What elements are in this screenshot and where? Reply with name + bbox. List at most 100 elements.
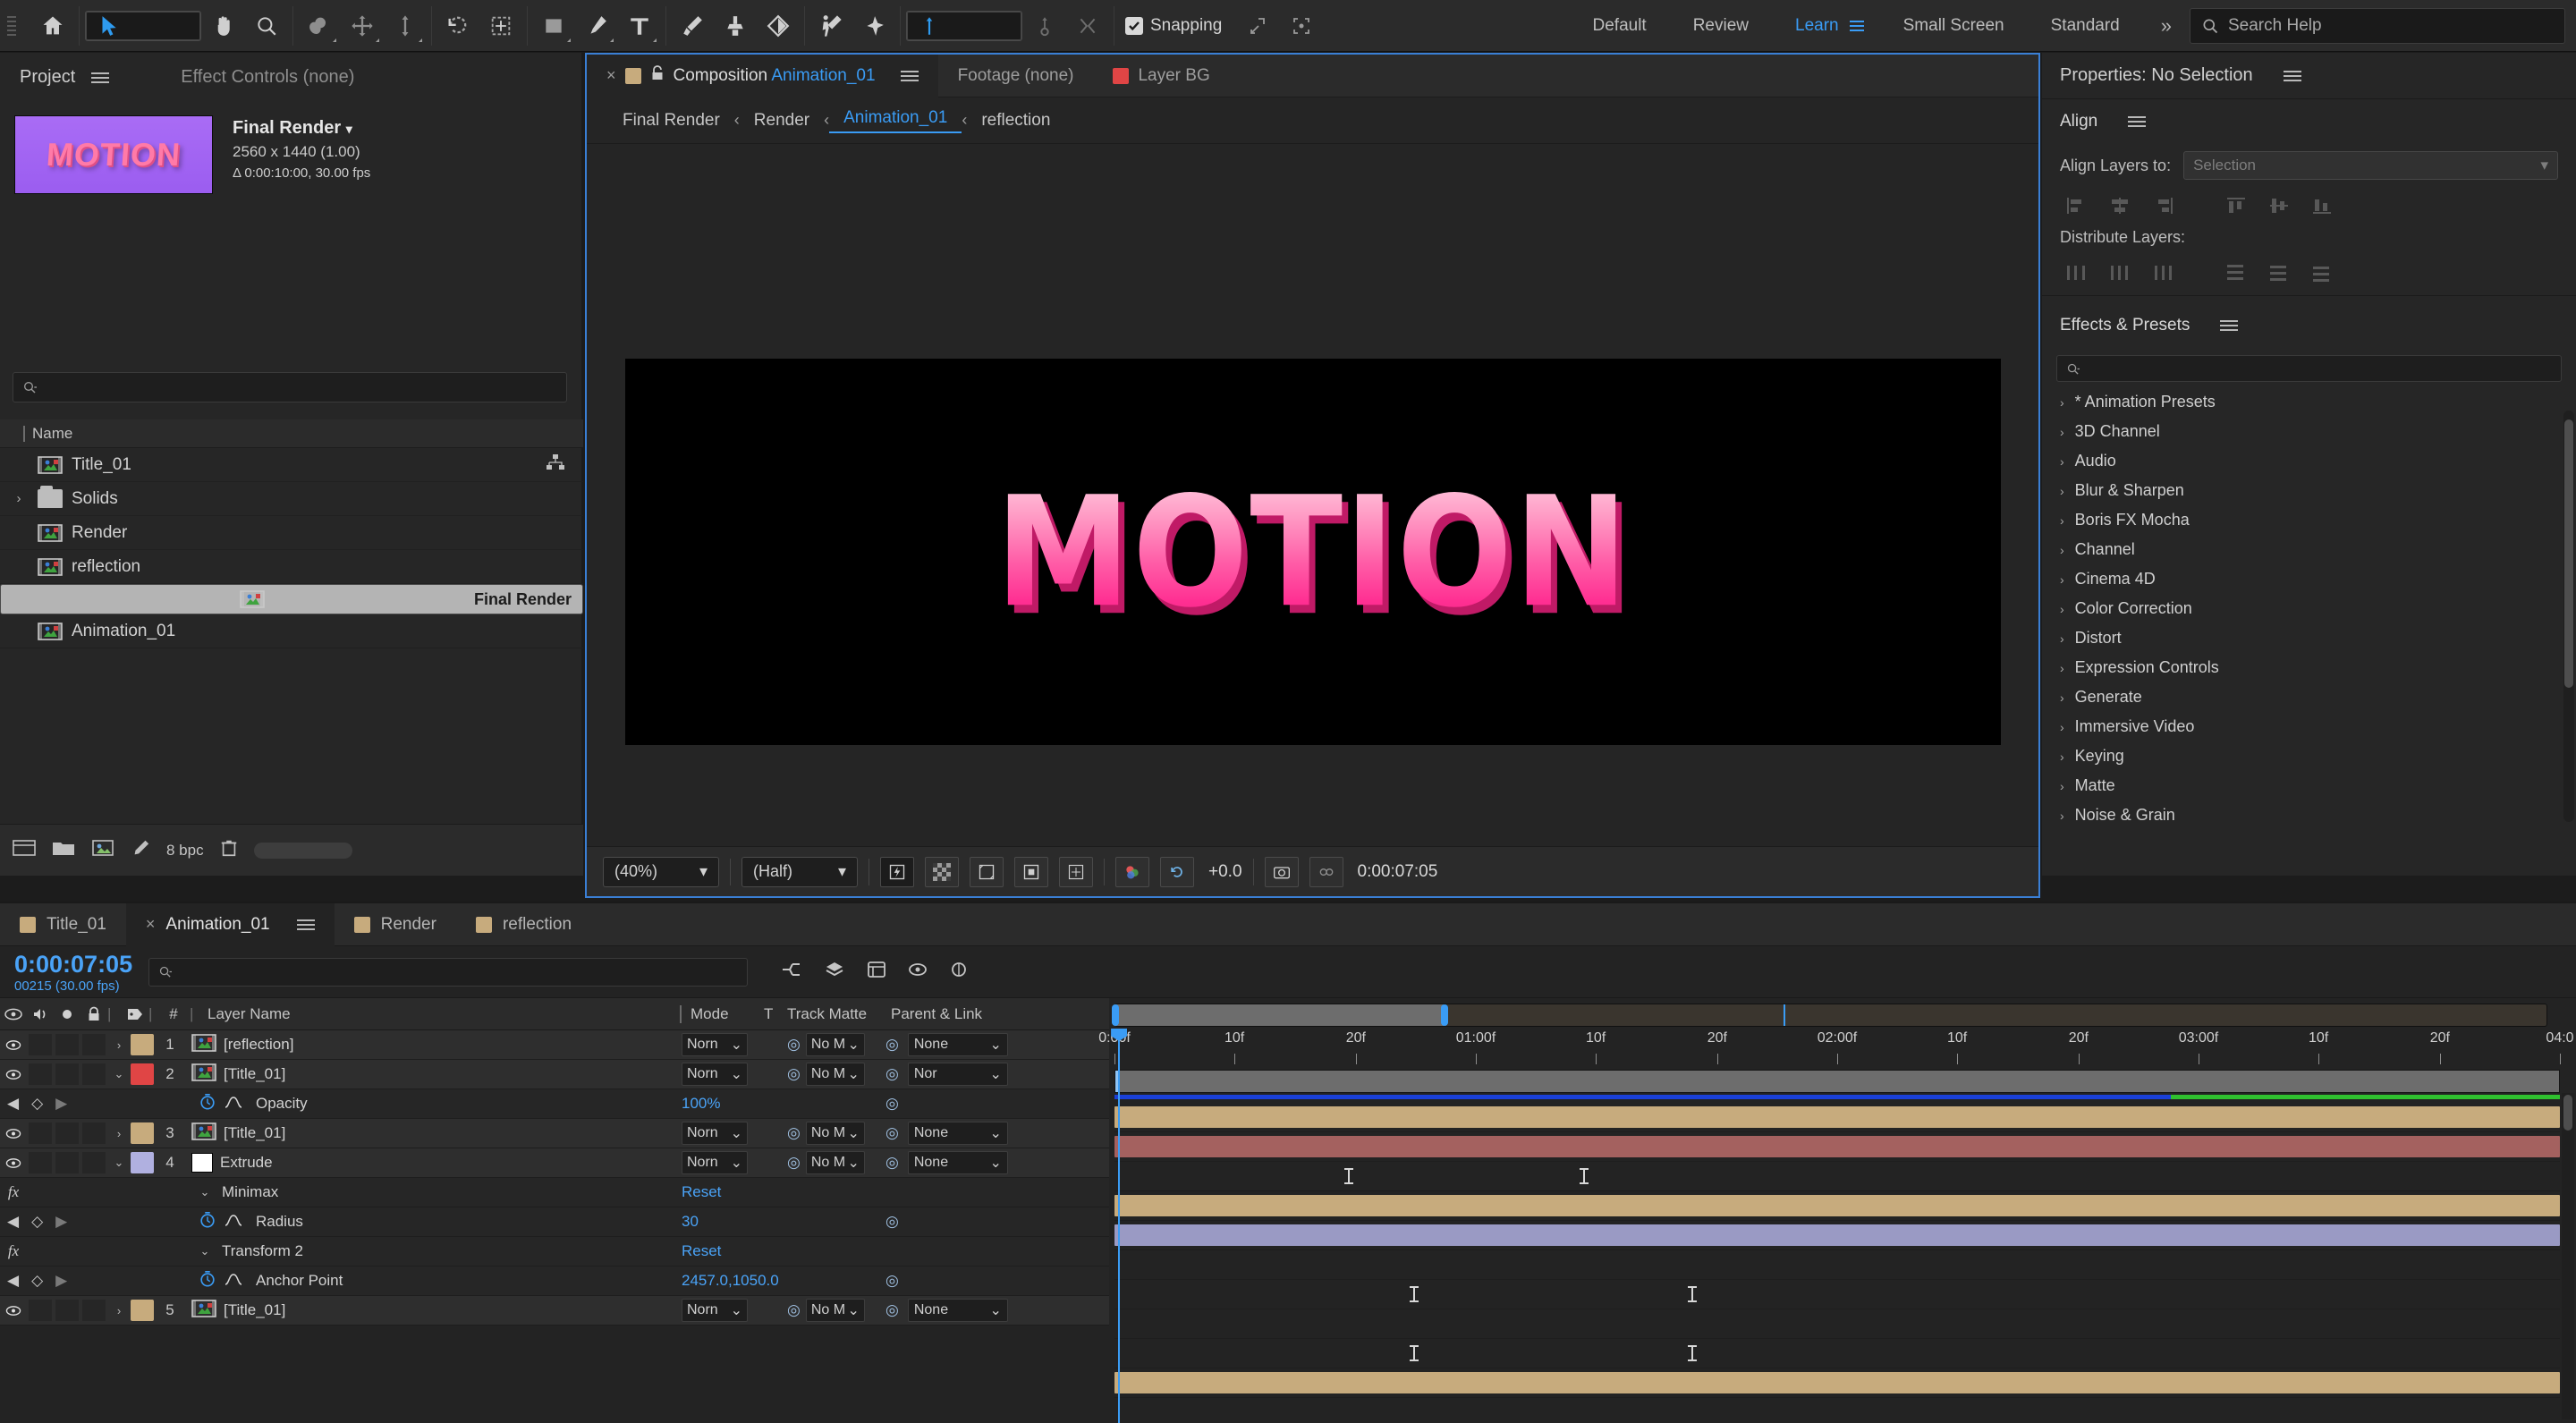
layer-name-cell[interactable]: [Title_01] <box>186 1063 682 1087</box>
tab-layer-bg[interactable]: Layer BG <box>1093 55 1229 97</box>
navigator-right-handle[interactable] <box>1441 1004 1448 1026</box>
mask-shape-icon[interactable] <box>1014 856 1048 887</box>
timeline-ruler[interactable]: 0:00f10f20f01:00f10f20f02:00f10f20f03:00… <box>1098 1030 2574 1068</box>
pan-tool[interactable] <box>342 6 383 46</box>
layer-visibility-toggle[interactable] <box>0 1128 27 1139</box>
project-list-item[interactable]: Final Render <box>0 584 583 614</box>
tab-effect-controls[interactable]: Effect Controls (none) <box>181 67 354 89</box>
property-name-cell[interactable]: Radius <box>193 1211 682 1233</box>
keyframe-marker[interactable] <box>1343 1168 1354 1184</box>
layer-lock-toggle[interactable] <box>82 1034 106 1055</box>
effects-category-row[interactable]: › Noise & Grain <box>2042 800 2576 830</box>
tab-composition-animation01[interactable]: × Composition Animation_01 <box>587 54 938 97</box>
timeline-property-row[interactable]: ◀ ◇ ▶ Anchor Point 2457.0,1050.0 ◎ <box>0 1266 1109 1296</box>
keyframe-diamond-icon[interactable]: ◇ <box>31 1272 43 1290</box>
distribute-vertical-center-icon[interactable] <box>2262 259 2296 286</box>
layer-visibility-toggle[interactable] <box>0 1157 27 1169</box>
layer-mode-dropdown[interactable]: Norn ⌄ <box>682 1299 748 1322</box>
navigator-view-range[interactable] <box>1115 1004 1445 1026</box>
disclosure-triangle-icon[interactable]: › <box>2060 454 2064 469</box>
composition-mini-flowchart-icon[interactable] <box>780 960 803 984</box>
draft-3d-icon[interactable] <box>823 960 846 984</box>
layer-audio-toggle[interactable] <box>29 1300 52 1321</box>
distribute-left-icon[interactable] <box>2060 259 2094 286</box>
breadcrumb-final-render[interactable]: Final Render <box>608 111 734 131</box>
snapshot-icon[interactable] <box>1264 856 1299 887</box>
exposure-icon[interactable] <box>1115 856 1149 887</box>
layer-label-color[interactable] <box>131 1300 154 1321</box>
workspace-standard[interactable]: Standard <box>2028 0 2143 52</box>
delete-icon[interactable] <box>220 838 238 862</box>
workspace-review[interactable]: Review <box>1670 0 1772 52</box>
rotation-tool[interactable] <box>437 6 479 46</box>
align-right-icon[interactable] <box>2146 192 2180 219</box>
layer-track-matte-cell[interactable]: ◎ No M ⌄ <box>787 1033 886 1056</box>
property-value[interactable]: 100% <box>682 1095 764 1113</box>
layer-label-color[interactable] <box>131 1122 154 1144</box>
layer-mode-cell[interactable]: Norn ⌄ <box>682 1299 764 1322</box>
distribute-top-icon[interactable] <box>2219 259 2253 286</box>
track-matte-icon[interactable]: ◎ <box>787 1154 801 1172</box>
layer-audio-toggle[interactable] <box>29 1152 52 1173</box>
distribute-bottom-icon[interactable] <box>2305 259 2339 286</box>
property-name-cell[interactable]: Opacity <box>193 1093 682 1115</box>
timeline-layer-row[interactable]: ⌄ 2 [Title_01] Norn ⌄ ◎ No M ⌄ ◎ Nor ⌄ <box>0 1060 1109 1089</box>
exposure-value[interactable]: +0.0 <box>1208 862 1242 882</box>
disclosure-triangle-icon[interactable]: › <box>2060 395 2064 410</box>
disclosure-triangle-icon[interactable]: › <box>2060 690 2064 705</box>
timeline-track-row[interactable] <box>1114 1250 2560 1280</box>
pick-whip-icon[interactable]: ◎ <box>886 1301 899 1319</box>
workspace-menu-icon[interactable] <box>1846 20 1880 31</box>
layer-audio-toggle[interactable] <box>29 1122 52 1144</box>
effect-twirl-icon[interactable]: ⌄ <box>193 1244 216 1258</box>
track-matte-icon[interactable]: ◎ <box>787 1065 801 1083</box>
timeline-property-row[interactable]: ◀ ◇ ▶ Opacity 100% ◎ <box>0 1089 1109 1119</box>
keyframe-navigator[interactable]: ◀ ◇ ▶ <box>0 1095 86 1113</box>
timeline-track-row[interactable] <box>1114 1309 2560 1339</box>
effects-category-row[interactable]: › Expression Controls <box>2042 653 2576 682</box>
pick-whip-icon[interactable]: ◎ <box>886 1272 899 1290</box>
keyframe-diamond-icon[interactable]: ◇ <box>31 1095 43 1113</box>
timeline-property-row[interactable]: ◀ ◇ ▶ Radius 30 ◎ <box>0 1207 1109 1237</box>
prev-keyframe-icon[interactable]: ◀ <box>7 1095 19 1113</box>
effects-category-row[interactable]: › Immersive Video <box>2042 712 2576 741</box>
layer-track-matte-cell[interactable]: ◎ No M ⌄ <box>787 1122 886 1145</box>
effects-category-row[interactable]: › Generate <box>2042 682 2576 712</box>
timeline-layer-row[interactable]: ⌄ 4 Extrude Norn ⌄ ◎ No M ⌄ ◎ None ⌄ <box>0 1148 1109 1178</box>
timeline-tab-title01[interactable]: Title_01 <box>0 903 126 946</box>
effects-category-row[interactable]: › Boris FX Mocha <box>2042 505 2576 535</box>
timeline-track-row[interactable] <box>1114 1103 2560 1132</box>
graph-editor-icon[interactable] <box>224 1212 243 1232</box>
graph-editor-icon[interactable] <box>224 1094 243 1114</box>
layer-audio-toggle[interactable] <box>29 1063 52 1085</box>
transform-axis-tool[interactable] <box>1067 6 1108 46</box>
dolly-tool[interactable] <box>385 6 426 46</box>
keyframe-marker[interactable] <box>1687 1286 1698 1302</box>
disclosure-triangle-icon[interactable]: › <box>2060 809 2064 823</box>
workspace-overflow-icon[interactable]: » <box>2143 14 2190 38</box>
breadcrumb-reflection[interactable]: reflection <box>967 111 1064 131</box>
disclosure-triangle-icon[interactable]: › <box>2060 720 2064 734</box>
layer-mode-cell[interactable]: Norn ⌄ <box>682 1063 764 1086</box>
effects-scrollbar[interactable] <box>2563 411 2574 822</box>
bit-depth-label[interactable]: 8 bpc <box>166 842 204 860</box>
disclosure-triangle-icon[interactable]: › <box>2060 631 2064 646</box>
graph-editor-icon[interactable] <box>224 1271 243 1292</box>
track-matte-icon[interactable]: ◎ <box>787 1124 801 1142</box>
title-action-safe-icon[interactable] <box>1059 856 1093 887</box>
timeline-effect-row[interactable]: fx ⌄ Minimax Reset <box>0 1178 1109 1207</box>
timeline-track-row[interactable] <box>1114 1162 2560 1191</box>
layer-parent-cell[interactable]: ◎ None ⌄ <box>886 1122 1109 1145</box>
next-keyframe-icon[interactable]: ▶ <box>55 1095 67 1113</box>
effects-category-row[interactable]: › Matte <box>2042 771 2576 800</box>
disclosure-triangle-icon[interactable]: › <box>2060 572 2064 587</box>
prev-keyframe-icon[interactable]: ◀ <box>7 1272 19 1290</box>
puppet-pin-tool[interactable] <box>853 6 894 46</box>
disclosure-triangle-icon[interactable]: › <box>2060 543 2064 557</box>
project-list-item[interactable]: reflection <box>0 550 583 584</box>
project-list-item[interactable]: Animation_01 <box>0 614 583 648</box>
parent-dropdown[interactable]: None ⌄ <box>907 1151 1008 1174</box>
pick-whip-icon[interactable]: ◎ <box>886 1036 899 1054</box>
layer-twirl-icon[interactable]: ⌄ <box>107 1067 131 1081</box>
stopwatch-icon[interactable] <box>199 1270 216 1292</box>
